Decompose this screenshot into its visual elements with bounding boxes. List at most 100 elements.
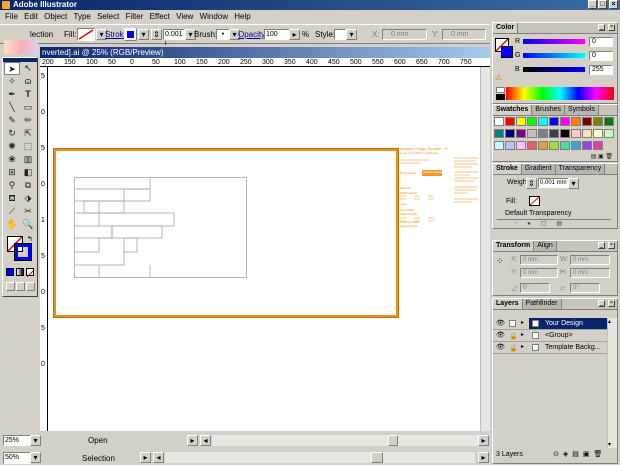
color-swatch[interactable] (505, 141, 515, 150)
layers-scroll-up-icon[interactable]: ▴ (608, 318, 611, 325)
expand-triangle-icon[interactable]: ▸ (521, 330, 524, 341)
pencil-tool-icon[interactable]: ✏ (20, 114, 36, 127)
menu-file[interactable]: File (3, 10, 20, 23)
color-swatch[interactable] (538, 117, 548, 126)
tab-pathfinder[interactable]: Pathfinder (522, 299, 562, 309)
rectangle-tool-icon[interactable]: ▭ (20, 101, 36, 114)
slice-tool-icon[interactable]: ⟋ (4, 205, 20, 218)
type-tool-icon[interactable]: T (20, 88, 36, 101)
x-input[interactable]: 0 mm (382, 29, 427, 40)
opacity-label[interactable]: Opacity: (238, 30, 267, 39)
rotate-input[interactable]: 0° (520, 283, 550, 293)
layers-panel-minimize-icon[interactable]: _ (598, 300, 605, 307)
color-swatch[interactable] (571, 141, 581, 150)
maximize-button[interactable]: □ (598, 0, 607, 9)
live-paint-tool-icon[interactable]: ⛾ (4, 192, 20, 205)
gradient-tool-icon[interactable]: ◧ (20, 166, 36, 179)
menu-type[interactable]: Type (72, 10, 93, 23)
selection-tool-icon[interactable]: ➤ (4, 62, 20, 75)
scissors-tool-icon[interactable]: ✂ (20, 205, 36, 218)
color-swatch[interactable] (571, 129, 581, 138)
tab-gradient[interactable]: Gradient (521, 164, 556, 174)
color-swatch[interactable] (505, 117, 515, 126)
horizontal-scrollbar-track[interactable] (212, 435, 478, 446)
zoom-input[interactable]: 25% (3, 435, 31, 446)
new-swatch-icon[interactable]: ▣ (598, 154, 604, 160)
scroll-right-icon[interactable]: ▸ (478, 435, 489, 446)
style-dropdown-icon[interactable]: ▾ (346, 29, 357, 40)
color-swatch[interactable] (593, 117, 603, 126)
tab-transform[interactable]: Transform (493, 241, 535, 251)
weight-input[interactable]: 0.001 mm (538, 178, 568, 188)
transform-h-input[interactable]: 0 mm (570, 268, 610, 278)
opacity-input[interactable]: 100 (264, 29, 290, 40)
delete-swatch-icon[interactable]: 🗑 (605, 154, 613, 160)
color-swatch[interactable] (560, 117, 570, 126)
graph-tool-icon[interactable]: ▥ (20, 153, 36, 166)
menu-help[interactable]: Help (232, 10, 252, 23)
eyedropper-tool-icon[interactable]: ⚲ (4, 179, 20, 192)
stroke-weight-input[interactable]: 0.001 i (163, 29, 185, 47)
gradient-mode-icon[interactable] (16, 268, 24, 276)
free-transform-tool-icon[interactable]: ⬚ (20, 140, 36, 153)
line-tool-icon[interactable]: ╲ (4, 101, 20, 114)
design-grid-artwork[interactable] (74, 177, 248, 279)
color-swatch[interactable] (560, 141, 570, 150)
color-spectrum-bar[interactable] (506, 87, 614, 100)
menu-select[interactable]: Select (95, 10, 121, 23)
window-zoom-input[interactable]: 50% (3, 452, 31, 464)
status-scroll-left-icon[interactable]: ◂ (153, 452, 164, 463)
color-swatch[interactable] (582, 117, 592, 126)
fill-swatch[interactable] (77, 28, 95, 41)
hand-tool-icon[interactable]: ✋ (4, 218, 20, 231)
color-swatch[interactable] (549, 129, 559, 138)
pen-tool-icon[interactable]: ✒ (4, 88, 20, 101)
symbol-sprayer-tool-icon[interactable]: ❀ (4, 153, 20, 166)
layers-scroll-down-icon[interactable]: ▾ (608, 441, 611, 448)
tab-stroke[interactable]: Stroke (493, 164, 522, 174)
color-swatch[interactable] (516, 141, 526, 150)
swap-colors-icon[interactable]: ↰ (27, 235, 33, 243)
stroke-weight-stepper-icon[interactable]: ⇕ (151, 29, 162, 40)
layers-panel-close-icon[interactable]: × (608, 300, 615, 307)
color-swatch[interactable] (593, 141, 603, 150)
layers-footer-icons[interactable]: ⊙◈▤▣🗑 (553, 450, 606, 458)
vertical-scrollbar[interactable] (480, 67, 490, 431)
status-tool-menu-icon[interactable]: ▸ (140, 452, 151, 463)
status-scrollbar-thumb[interactable] (371, 452, 383, 463)
vertical-ruler[interactable]: 5 0 5 0 1 5 0 5 0 (40, 67, 48, 431)
out-of-gamut-warning-icon[interactable]: ⚠ (495, 73, 502, 82)
menu-filter[interactable]: Filter (124, 10, 146, 23)
transform-x-input[interactable]: 0 mm (520, 255, 558, 265)
stroke-dropdown-icon[interactable]: ▾ (138, 29, 149, 40)
color-swatch[interactable] (582, 141, 592, 150)
y-input[interactable]: 0 mm (442, 29, 486, 40)
menu-window[interactable]: Window (198, 10, 230, 23)
color-swatch[interactable] (494, 141, 504, 150)
color-panel-close-icon[interactable]: × (608, 24, 615, 31)
paintbrush-tool-icon[interactable]: ✎ (4, 114, 20, 127)
appearance-footer-icons[interactable]: ◦●▢▤ (497, 219, 611, 228)
lock-toggle-icon[interactable] (509, 320, 516, 327)
color-swatch[interactable] (494, 129, 504, 138)
color-swatch[interactable] (538, 129, 548, 138)
color-swatch[interactable] (516, 117, 526, 126)
brush-swatch[interactable]: • (216, 29, 230, 40)
transform-panel-minimize-icon[interactable]: _ (598, 242, 605, 249)
direct-selection-tool-icon[interactable]: ↖ (20, 62, 36, 75)
full-screen-mode-icon[interactable] (26, 282, 35, 291)
color-swatch[interactable] (560, 129, 570, 138)
lasso-tool-icon[interactable]: ɷ (20, 75, 36, 88)
black-swatch-icon[interactable] (496, 94, 505, 100)
color-swatch[interactable] (571, 117, 581, 126)
menu-view[interactable]: View (174, 10, 195, 23)
color-swatch[interactable] (527, 117, 537, 126)
color-swatch[interactable] (527, 129, 537, 138)
tab-layers[interactable]: Layers (493, 299, 523, 309)
layer-row[interactable]: 👁 Your Design ▸ (493, 318, 607, 330)
color-b-input[interactable]: 255 (589, 65, 613, 75)
transform-y-input[interactable]: 0 mm (520, 268, 558, 278)
full-screen-menu-mode-icon[interactable] (16, 282, 25, 291)
stroke-color-icon[interactable] (14, 243, 32, 261)
status-scroll-right-icon[interactable]: ▸ (478, 452, 489, 463)
